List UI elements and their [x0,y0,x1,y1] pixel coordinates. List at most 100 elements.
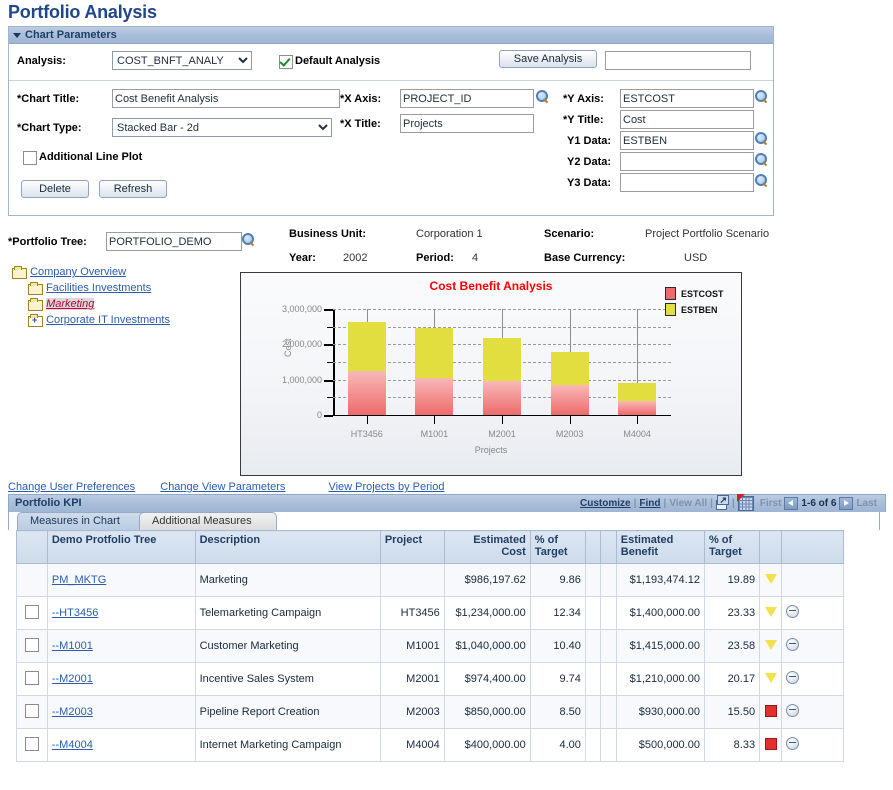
portfolio-tree-node-link[interactable]: --M2003 [52,706,93,718]
chart-bar-segment-estcost[interactable] [550,384,589,415]
portfolio-tree-lookup-icon[interactable] [242,233,256,247]
tab-additional-measures[interactable]: Additional Measures [139,512,277,530]
remove-row-icon[interactable] [786,704,800,717]
previous-page-button[interactable] [784,497,799,510]
portfolio-tree-node-link[interactable]: --M1001 [52,640,93,652]
row-checkbox[interactable] [24,604,39,619]
tree-node-label[interactable]: Facilities Investments [46,282,151,294]
analysis-select[interactable]: COST_BNFT_ANALY [112,51,252,70]
cell-estimated-cost: $850,000.00 [443,695,531,729]
y-title-input[interactable] [620,110,754,129]
collapse-chevron-down-icon[interactable] [13,32,21,38]
tree-node-0[interactable]: Company Overview [12,266,242,280]
chart-bar-M4004[interactable] [618,383,657,415]
y-axis-input[interactable] [620,89,754,108]
chart-bar-M1001[interactable] [415,328,454,415]
chart-type-select[interactable]: Stacked Bar - 2d [112,118,332,137]
y1-data-input[interactable] [620,131,754,150]
col-project[interactable]: Project [379,530,445,564]
tab-measures-in-chart[interactable]: Measures in Chart [17,512,153,530]
chart-bar-HT3456[interactable] [347,321,386,415]
row-checkbox[interactable] [24,736,39,751]
col-description[interactable]: Description [194,530,381,564]
tree-node-label-current[interactable]: Marketing [46,298,95,311]
x-title-input[interactable] [400,114,534,133]
portfolio-tree-node-link[interactable]: PM_MKTG [52,574,106,586]
chart-bar-segment-estcost[interactable] [618,400,657,415]
y2-data-input[interactable] [620,152,754,171]
portfolio-tree-node-link[interactable]: --M2001 [52,673,93,685]
download-to-spreadsheet-icon[interactable] [736,494,754,511]
chart-bar-segment-estben[interactable] [483,337,521,381]
col-estimated-benefit[interactable]: Estimated Benefit [615,530,705,564]
chart-bar-segment-estcost[interactable] [347,371,386,415]
remove-row-icon[interactable] [786,737,800,750]
y1-data-lookup-icon[interactable] [755,132,769,146]
chart-bar-segment-estcost[interactable] [415,378,454,415]
view-projects-by-period-link[interactable]: View Projects by Period [328,481,444,493]
cell-demo-portfolio-tree: --M4004 [46,728,196,762]
x-axis-lookup-icon[interactable] [536,90,550,104]
col-estimated-cost[interactable]: Estimated Cost [443,530,531,564]
legend-label: ESTCOST [681,288,724,299]
save-analysis-name-input[interactable] [605,51,751,70]
col-demo-portfolio-tree[interactable]: Demo Protfolio Tree [46,530,196,564]
chart-bar-segment-estben[interactable] [347,321,386,372]
row-checkbox[interactable] [24,670,39,685]
save-analysis-button[interactable]: Save Analysis [499,50,597,68]
portfolio-tree-node-link[interactable]: --HT3456 [52,607,98,619]
portfolio-tree-node-link[interactable]: --M4004 [52,739,93,751]
expand-grid-icon[interactable] [715,494,729,510]
chart-title-input[interactable] [112,89,340,108]
chart-y-tick-label: 3,000,000 [281,304,322,314]
chart-bar-M2001[interactable] [483,337,521,415]
delete-button[interactable]: Delete [21,180,89,198]
y1-data-label: Y1 Data: [567,135,612,147]
default-analysis-checkbox[interactable] [279,55,293,69]
tree-node-2[interactable]: Marketing [28,298,242,312]
cell-blank-2 [600,629,617,663]
tree-node-label[interactable]: Corporate IT Investments [46,314,170,326]
col-benefit-pct-of-target[interactable]: % of Target [703,530,761,564]
y3-data-lookup-icon[interactable] [755,174,769,188]
additional-line-plot-checkbox[interactable] [23,151,37,165]
chart-bar-M2003[interactable] [550,352,589,415]
tree-node-label[interactable]: Company Overview [30,266,126,278]
refresh-button[interactable]: Refresh [99,180,167,198]
y3-data-input[interactable] [620,173,754,192]
first-page-link[interactable]: First [760,495,782,512]
remove-row-icon[interactable] [786,671,800,684]
chart-bar-segment-estben[interactable] [618,383,657,401]
cell-blank-1 [584,563,602,597]
find-link[interactable]: Find [639,495,660,512]
y-axis-lookup-icon[interactable] [755,90,769,104]
remove-row-icon[interactable] [786,605,800,618]
row-select-cell [16,662,48,696]
tree-node-3[interactable]: + Corporate IT Investments [28,314,242,328]
view-all-link[interactable]: View All [669,495,707,512]
portfolio-tree-input[interactable] [106,232,242,251]
col-cost-pct-of-target[interactable]: % of Target [529,530,586,564]
remove-row-icon[interactable] [786,638,800,651]
y-title-label: *Y Title: [563,114,604,126]
chart-type-label: *Chart Type: [17,122,82,134]
last-page-link[interactable]: Last [856,495,877,512]
tree-node-1[interactable]: Facilities Investments [28,282,242,296]
change-user-preferences-link[interactable]: Change User Preferences [8,481,135,493]
cell-actions [781,695,844,729]
row-select-cell [16,695,48,729]
chart-bar-segment-estcost[interactable] [483,380,521,415]
change-view-parameters-link[interactable]: Change View Parameters [160,481,285,493]
cell-actions [781,629,844,663]
customize-link[interactable]: Customize [580,495,631,512]
row-checkbox[interactable] [24,637,39,652]
y2-data-lookup-icon[interactable] [755,153,769,167]
next-page-button[interactable] [839,497,854,510]
chart-x-axis-title: Projects [474,445,508,455]
chart-bar-segment-estben[interactable] [550,352,589,385]
chart-x-tick [434,415,436,424]
chart-bar-segment-estben[interactable] [415,328,454,379]
x-axis-input[interactable] [400,89,534,108]
row-checkbox[interactable] [24,703,39,718]
folder-plus-icon[interactable]: + [28,314,43,328]
